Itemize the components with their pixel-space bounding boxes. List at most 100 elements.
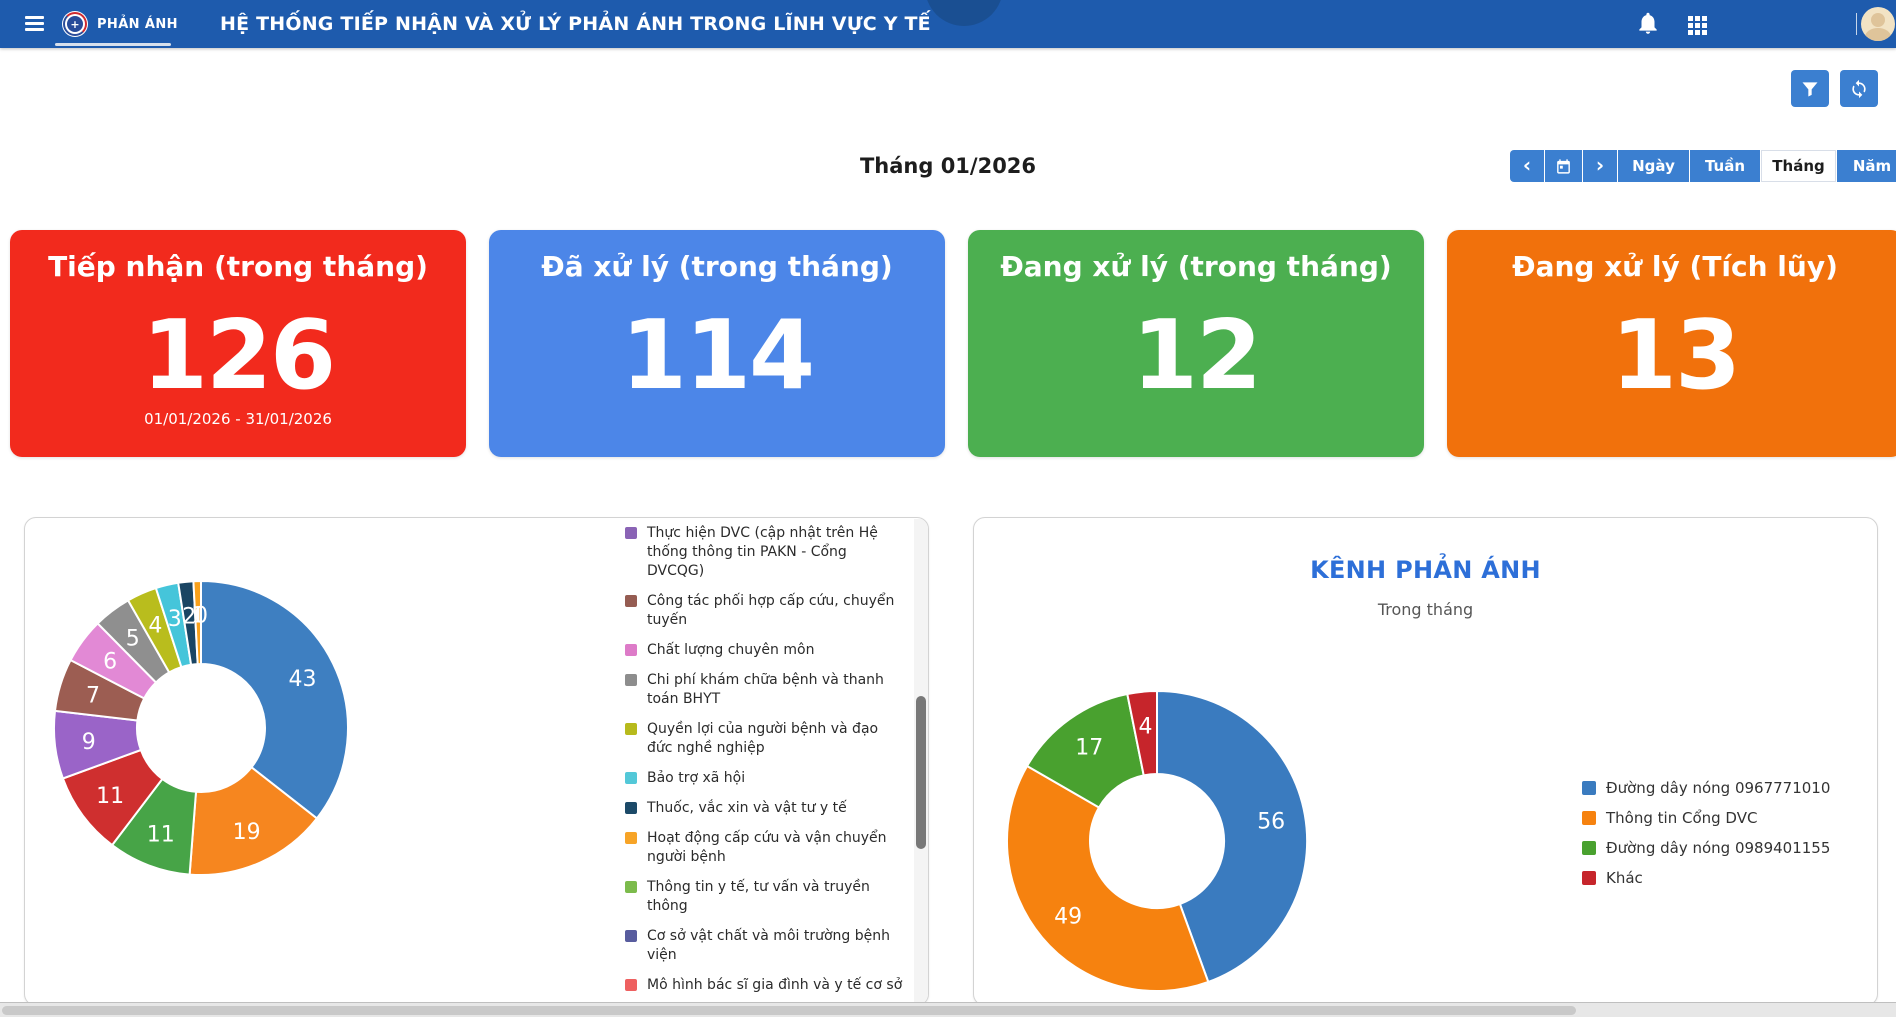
- legend-label: Bảo trợ xã hội: [647, 769, 745, 788]
- legend-item[interactable]: Công tác phối hợp cấp cứu, chuyển tuyến: [625, 592, 905, 630]
- slice-value-label: 4: [1139, 714, 1153, 739]
- refresh-icon: [1849, 79, 1869, 99]
- slice-value-label: 49: [1054, 904, 1082, 929]
- view-button-ngay[interactable]: Ngày: [1618, 150, 1689, 182]
- legend-swatch: [625, 527, 637, 539]
- legend-swatch: [625, 772, 637, 784]
- legend-swatch: [625, 723, 637, 735]
- horizontal-scrollbar-thumb[interactable]: [2, 1006, 1576, 1015]
- view-button-tuan[interactable]: Tuần: [1690, 150, 1760, 182]
- stat-card-daterange: [1447, 410, 1896, 428]
- notifications-bell-icon[interactable]: [1634, 10, 1662, 38]
- legend-item[interactable]: Thông tin Cổng DVC: [1582, 810, 1872, 827]
- legend-label: Quyền lợi của người bệnh và đạo đức nghề…: [647, 720, 905, 758]
- next-period-button[interactable]: ›: [1583, 150, 1617, 182]
- slice-value-label: 56: [1257, 810, 1285, 835]
- legend-item[interactable]: Thực hiện DVC (cập nhật trên Hệ thống th…: [625, 524, 905, 581]
- legend-item[interactable]: Cơ sở vật chất và môi trường bệnh viện: [625, 927, 905, 965]
- legend-item[interactable]: Bảo trợ xã hội: [625, 769, 905, 788]
- active-nav-underline: [55, 43, 171, 46]
- legend-scrollbar-track[interactable]: [914, 519, 928, 1004]
- legend-label: Thuốc, vắc xin và vật tư y tế: [647, 799, 847, 818]
- legend-item[interactable]: Thuốc, vắc xin và vật tư y tế: [625, 799, 905, 818]
- slice-value-label: 5: [126, 627, 140, 652]
- stat-card-title: Đã xử lý (trong tháng): [489, 252, 945, 282]
- donut-slice[interactable]: [1007, 766, 1208, 991]
- legend-item[interactable]: Thông tin y tế, tư vấn và truyền thông: [625, 878, 905, 916]
- horizontal-scrollbar-track[interactable]: [0, 1002, 1896, 1017]
- legend-label: Thông tin Cổng DVC: [1606, 810, 1757, 827]
- legend-label: Thông tin y tế, tư vấn và truyền thông: [647, 878, 905, 916]
- legend-label: Đường dây nóng 0989401155: [1606, 840, 1830, 857]
- stat-card-daterange: 01/01/2026 - 31/01/2026: [10, 410, 466, 428]
- view-mode-switcher: NgàyTuầnThángNăm: [1618, 150, 1896, 182]
- legend-label: Công tác phối hợp cấp cứu, chuyển tuyến: [647, 592, 905, 630]
- slice-value-label: 11: [147, 822, 175, 847]
- legend-item[interactable]: Khác: [1582, 870, 1872, 887]
- legend-swatch: [625, 674, 637, 686]
- stat-card-value: 12: [968, 308, 1424, 404]
- legend-label: Chi phí khám chữa bệnh và thanh toán BHY…: [647, 671, 905, 709]
- legend-swatch: [625, 832, 637, 844]
- legend-swatch: [1582, 871, 1596, 885]
- avatar-head-shape: [1871, 13, 1885, 27]
- legend-label: Khác: [1606, 870, 1643, 887]
- slice-value-label: 11: [96, 784, 124, 809]
- legend-item[interactable]: Quyền lợi của người bệnh và đạo đức nghề…: [625, 720, 905, 758]
- stat-card-title: Tiếp nhận (trong tháng): [10, 252, 466, 282]
- channel-chart-card: KÊNH PHẢN ÁNH Trong tháng 5649174 Đường …: [973, 517, 1878, 1006]
- legend-item[interactable]: Hoạt động cấp cứu và vận chuyển người bệ…: [625, 829, 905, 867]
- view-button-thang[interactable]: Tháng: [1761, 150, 1836, 182]
- category-chart-card: 43191111976543210 Thực hiện DVC (cập nhậ…: [24, 517, 929, 1006]
- slice-value-label: 7: [86, 684, 100, 709]
- user-avatar[interactable]: [1861, 7, 1895, 41]
- apps-grid-icon[interactable]: [1688, 14, 1710, 36]
- brand[interactable]: + PHẢN ÁNH: [62, 0, 178, 48]
- legend-label: Thực hiện DVC (cập nhật trên Hệ thống th…: [647, 524, 905, 581]
- top-navbar: + PHẢN ÁNH HỆ THỐNG TIẾP NHẬN VÀ XỬ LÝ P…: [0, 0, 1896, 48]
- legend-swatch: [625, 930, 637, 942]
- legend-item[interactable]: Chi phí khám chữa bệnh và thanh toán BHY…: [625, 671, 905, 709]
- avatar-body-shape: [1865, 28, 1891, 41]
- filter-button[interactable]: [1791, 70, 1829, 107]
- slice-value-label: 17: [1075, 736, 1103, 761]
- stat-card-value: 126: [10, 308, 466, 404]
- date-navigation: ‹ › NgàyTuầnThángNăm: [1510, 150, 1896, 182]
- legend-label: Hoạt động cấp cứu và vận chuyển người bệ…: [647, 829, 905, 867]
- legend-swatch: [625, 595, 637, 607]
- stat-card-dang-xu-ly-trong-thang-: Đang xử lý (trong tháng) 12: [968, 230, 1424, 457]
- view-button-nam[interactable]: Năm: [1837, 150, 1896, 182]
- stat-card-daterange: [489, 410, 945, 428]
- legend-scrollbar-thumb[interactable]: [916, 696, 926, 849]
- stat-card-tiep-nhan-trong-thang-: Tiếp nhận (trong tháng) 126 01/01/2026 - 3…: [10, 230, 466, 457]
- stat-card-title: Đang xử lý (trong tháng): [968, 252, 1424, 282]
- slice-value-label: 4: [148, 613, 162, 638]
- legend-swatch: [1582, 841, 1596, 855]
- stat-card-title: Đang xử lý (Tích lũy): [1447, 252, 1896, 282]
- legend-item[interactable]: Chất lượng chuyên môn: [625, 641, 905, 660]
- legend-label: Cơ sở vật chất và môi trường bệnh viện: [647, 927, 905, 965]
- legend-label: Đường dây nóng 0967771010: [1606, 780, 1830, 797]
- navbar-decoration-circle: [925, 0, 1003, 26]
- brand-label: PHẢN ÁNH: [97, 17, 178, 32]
- legend-swatch: [625, 979, 637, 991]
- slice-value-label: 9: [82, 730, 96, 755]
- previous-period-button[interactable]: ‹: [1510, 150, 1544, 182]
- stat-card-daterange: [968, 410, 1424, 428]
- legend-item[interactable]: Đường dây nóng 0989401155: [1582, 840, 1872, 857]
- category-chart-legend: Thực hiện DVC (cập nhật trên Hệ thống th…: [625, 524, 905, 1003]
- slice-value-label: 43: [289, 667, 317, 692]
- hamburger-menu-icon[interactable]: [25, 16, 44, 31]
- calendar-icon: [1555, 158, 1572, 175]
- slice-value-label: 3: [168, 607, 182, 632]
- legend-item[interactable]: Mô hình bác sĩ gia đình và y tế cơ sở: [625, 976, 905, 995]
- refresh-button[interactable]: [1840, 70, 1878, 107]
- stat-card-dang-xu-ly-tich-luy-: Đang xử lý (Tích lũy) 13: [1447, 230, 1896, 457]
- legend-item[interactable]: Đường dây nóng 0967771010: [1582, 780, 1872, 797]
- page-title: HỆ THỐNG TIẾP NHẬN VÀ XỬ LÝ PHẢN ÁNH TRO…: [220, 0, 931, 48]
- dashboard-page: + PHẢN ÁNH HỆ THỐNG TIẾP NHẬN VÀ XỬ LÝ P…: [0, 0, 1896, 1017]
- donut-slice[interactable]: [201, 581, 348, 818]
- calendar-button[interactable]: [1545, 150, 1582, 182]
- stat-card-value: 114: [489, 308, 945, 404]
- stat-card-value: 13: [1447, 308, 1896, 404]
